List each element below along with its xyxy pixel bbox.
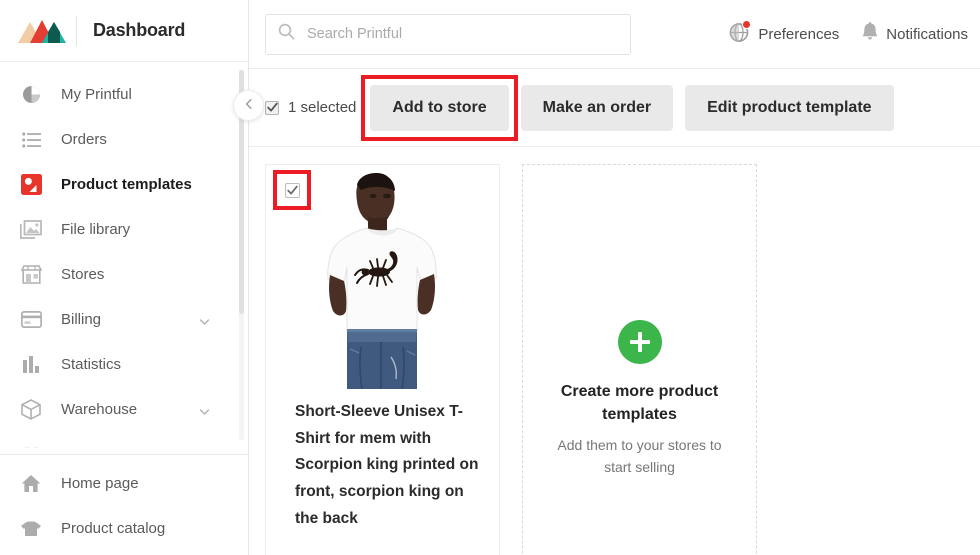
sidebar-item-product-catalog[interactable]: Product catalog	[0, 506, 248, 551]
sidebar-item-affiliate[interactable]: Affiliate	[0, 432, 248, 449]
add-to-store-highlight: Add to store	[361, 74, 518, 141]
sidebar-item-label: Product templates	[61, 176, 192, 193]
main-content: Preferences Notifications	[249, 0, 980, 555]
sidebar-item-statistics[interactable]: Statistics	[0, 342, 248, 387]
sidebar-item-label: Product catalog	[61, 520, 166, 537]
preferences-button[interactable]: Preferences	[729, 20, 840, 47]
sidebar-item-billing[interactable]: Billing	[0, 297, 248, 342]
sidebar-item-label: Stores	[61, 266, 105, 283]
affiliate-icon	[18, 443, 44, 449]
top-bar-actions: Preferences Notifications	[729, 20, 972, 47]
sidebar-bottom-nav: Home page Product catalog	[0, 461, 248, 555]
selection-count-label: 1 selected	[288, 99, 357, 116]
sidebar-item-label: Home page	[61, 475, 139, 492]
catalog-icon	[18, 517, 44, 541]
sidebar-item-label: Affiliate	[61, 446, 110, 448]
sidebar-item-label: File library	[61, 221, 131, 238]
page-title: Dashboard	[93, 20, 186, 40]
bell-icon	[861, 22, 879, 46]
sidebar-item-label: Billing	[61, 311, 102, 328]
make-an-order-wrap: Make an order	[520, 84, 674, 131]
notifications-label: Notifications	[886, 25, 968, 43]
preferences-label: Preferences	[758, 25, 840, 43]
search-icon	[278, 23, 295, 45]
create-card-title: Create more product templates	[560, 382, 719, 423]
list-icon	[18, 128, 44, 152]
sidebar-item-my-printful[interactable]: My Printful	[0, 72, 248, 117]
chevron-down-icon[interactable]	[199, 314, 210, 325]
add-to-store-button[interactable]: Add to store	[370, 84, 509, 131]
search-input[interactable]	[307, 26, 618, 42]
pie-chart-icon	[18, 83, 44, 107]
sidebar-item-home-page[interactable]: Home page	[0, 461, 248, 506]
top-bar: Preferences Notifications	[249, 0, 980, 69]
sidebar-item-label: Warehouse	[61, 401, 138, 418]
sidebar-item-stores[interactable]: Stores	[0, 252, 248, 297]
sidebar-scrollbar[interactable]	[239, 70, 244, 441]
home-icon	[18, 472, 44, 496]
sidebar-item-file-library[interactable]: File library	[0, 207, 248, 252]
select-all-group[interactable]: 1 selected	[265, 99, 356, 116]
chevron-down-icon[interactable]	[199, 404, 210, 415]
create-product-template-card[interactable]: Create more product templates Add them t…	[522, 164, 757, 555]
sidebar-item-label: My Printful	[61, 86, 132, 103]
sidebar-item-product-templates[interactable]: Product templates	[0, 162, 248, 207]
sidebar-item-label: Statistics	[61, 356, 122, 373]
make-an-order-button[interactable]: Make an order	[520, 84, 674, 131]
chevron-left-icon	[243, 97, 255, 115]
product-template-title: Short-Sleeve Unisex T-Shirt for mem with…	[295, 403, 479, 527]
box-icon	[18, 398, 44, 422]
product-template-checkbox[interactable]	[284, 182, 300, 198]
sidebar-divider	[0, 454, 248, 455]
image-folder-icon	[18, 218, 44, 242]
sidebar-nav: My Printful Orders Product templates Fil…	[0, 62, 248, 449]
product-templates-grid: Short-Sleeve Unisex T-Shirt for mem with…	[249, 147, 980, 555]
store-icon	[18, 263, 44, 287]
search-box[interactable]	[265, 13, 631, 55]
printful-dashboard: Dashboard My Printful Orders Product tem…	[0, 0, 980, 555]
brand-header: Dashboard	[0, 0, 248, 62]
sidebar: Dashboard My Printful Orders Product tem…	[0, 0, 249, 555]
product-templates-icon	[18, 173, 44, 197]
create-card-subtitle: Add them to your stores to start selling	[557, 437, 722, 475]
model-wearing-white-tshirt-with-scorpion-print-image	[326, 173, 437, 389]
sidebar-item-warehouse[interactable]: Warehouse	[0, 387, 248, 432]
brand-divider	[76, 15, 77, 46]
edit-product-template-wrap: Edit product template	[685, 84, 894, 131]
product-template-card[interactable]: Short-Sleeve Unisex T-Shirt for mem with…	[265, 164, 500, 555]
edit-product-template-button[interactable]: Edit product template	[685, 84, 894, 131]
printful-mountains-logo-icon[interactable]	[16, 16, 68, 46]
bar-chart-icon	[18, 353, 44, 377]
select-all-checkbox[interactable]	[265, 100, 279, 115]
plus-icon[interactable]	[617, 319, 662, 364]
notifications-button[interactable]: Notifications	[861, 22, 968, 46]
sidebar-item-orders[interactable]: Orders	[0, 117, 248, 162]
selection-toolbar: 1 selected Add to store Make an order Ed…	[249, 69, 980, 147]
sidebar-collapse-button[interactable]	[233, 90, 264, 121]
sidebar-item-label: Orders	[61, 131, 107, 148]
credit-card-icon	[18, 308, 44, 332]
product-template-checkbox-highlight	[273, 170, 311, 210]
